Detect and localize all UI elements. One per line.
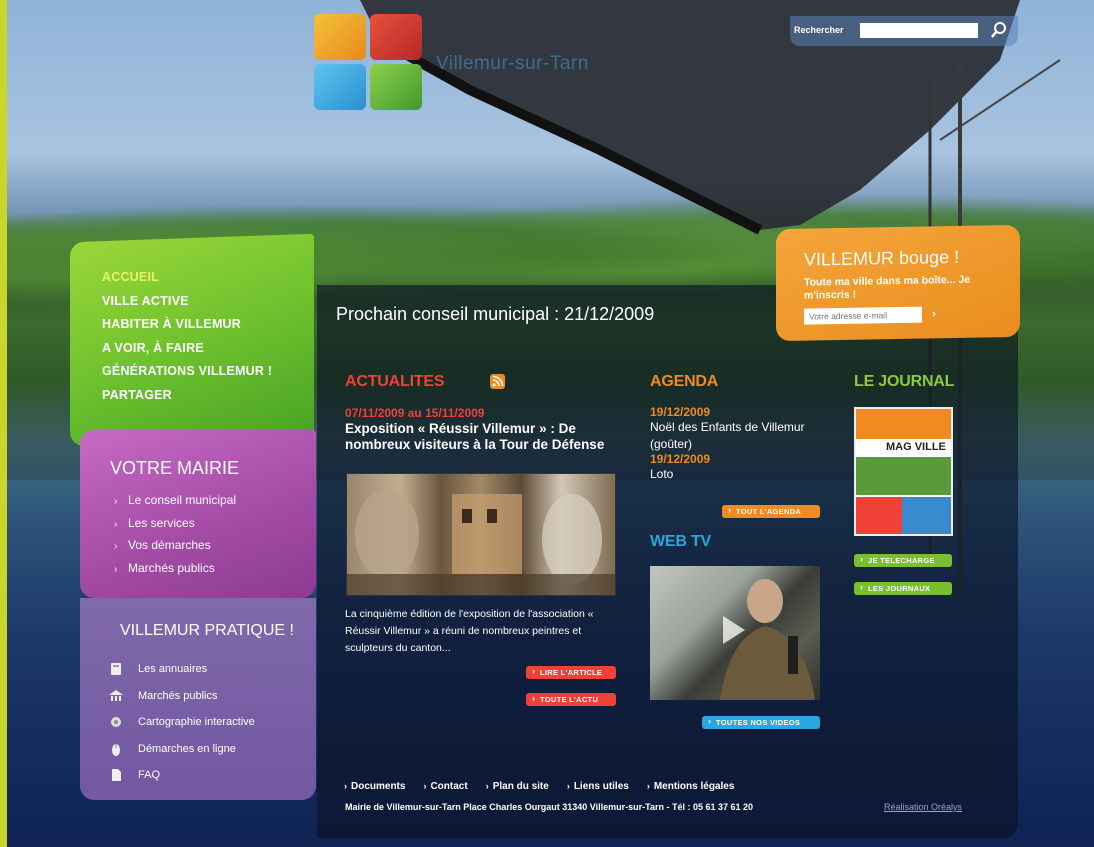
main-navigation: ACCUEIL VILLE ACTIVE HABITER À VILLEMUR … (70, 233, 314, 447)
event-date: 19/12/2009 (650, 405, 711, 419)
webtv-title: WEB TV (650, 533, 712, 550)
villemur-pratique-panel: VILLEMUR PRATIQUE ! Les annuaires Marché… (80, 598, 316, 800)
all-news-button[interactable]: TOUTE L'ACTU (526, 692, 616, 706)
pratique-link-annuaires[interactable]: Les annuaires (108, 656, 255, 683)
read-article-button[interactable]: LIRE L'ARTICLE (526, 665, 616, 679)
map-icon (111, 717, 121, 728)
building-icon (109, 689, 123, 701)
article-photo[interactable] (346, 473, 616, 596)
footer-link-liens[interactable]: › Liens utiles (567, 781, 629, 792)
newsletter-text: Toute ma ville dans ma boîte... Je m'ins… (804, 273, 971, 302)
mairie-link[interactable]: › Le conseil municipal (114, 490, 236, 513)
footer-credit-link[interactable]: Réalisation Oréalys (884, 802, 962, 812)
mairie-link[interactable]: › Marchés publics (114, 558, 236, 581)
cover-band-bottom-right (902, 497, 951, 534)
search-icon[interactable] (990, 21, 1008, 39)
newsletter-submit-icon[interactable]: › (932, 306, 936, 320)
event-date: 19/12/2009 (650, 452, 711, 466)
left-accent-strip (0, 0, 7, 847)
footer-address: Mairie de Villemur-sur-Tarn Place Charle… (345, 802, 754, 812)
footer-link-mentions[interactable]: › Mentions légales (647, 781, 735, 792)
article-date: 07/11/2009 au 15/11/2009 (345, 406, 485, 420)
document-icon (112, 769, 121, 782)
download-journal-button[interactable]: JE TELECHARGE (854, 553, 952, 567)
rss-icon[interactable] (490, 374, 505, 389)
article-summary: La cinquième édition de l'exposition de … (345, 608, 594, 654)
pratique-link-marches[interactable]: Marchés publics (108, 683, 255, 710)
next-council-banner: Prochain conseil municipal : 21/12/2009 (336, 304, 655, 324)
all-agenda-button[interactable]: TOUT L'AGENDA (722, 504, 820, 518)
votre-mairie-panel: VOTRE MAIRIE › Le conseil municipal › Les … (80, 430, 316, 598)
cover-band-middle (856, 457, 951, 495)
video-player[interactable] (650, 566, 820, 700)
site-logo[interactable] (314, 14, 424, 110)
nav-item-habiter[interactable]: HABITER À VILLEMUR (102, 313, 272, 337)
cover-band-top (856, 409, 951, 439)
actualites-title: ACTUALITES (345, 373, 445, 390)
footer-link-contact[interactable]: › Contact (423, 781, 467, 792)
site-name: Villemur-sur-Tarn (436, 53, 589, 74)
footer-link-plan[interactable]: › Plan du site (486, 781, 549, 792)
journal-cover[interactable]: MAG VILLE (854, 407, 953, 536)
journal-title: LE JOURNAL (854, 373, 955, 390)
agenda-title: AGENDA (650, 373, 719, 390)
nav-item-ville-active[interactable]: VILLE ACTIVE (102, 290, 272, 314)
article-headline[interactable]: Exposition « Réussir Villemur » : De nom… (345, 421, 620, 452)
mairie-link[interactable]: › Les services (114, 513, 236, 536)
pratique-title: VILLEMUR PRATIQUE ! (120, 622, 294, 639)
footer-links: › Documents › Contact › Plan du site › Liens… (344, 781, 752, 792)
mairie-link[interactable]: › Vos démarches (114, 535, 236, 558)
pratique-link-demarches[interactable]: Démarches en ligne (108, 736, 255, 763)
nav-item-accueil[interactable]: ACCUEIL (102, 266, 272, 290)
nav-item-a-voir[interactable]: A VOIR, À FAIRE (102, 337, 272, 361)
footer-link-documents[interactable]: › Documents (344, 781, 405, 792)
arrow-icon: › (114, 496, 118, 507)
logo-tile-landscape (370, 64, 422, 110)
nav-item-partager[interactable]: PARTAGER (102, 384, 272, 408)
pratique-link-cartographie[interactable]: Cartographie interactive (108, 709, 255, 736)
search-input[interactable] (860, 23, 978, 38)
play-icon[interactable] (723, 616, 745, 644)
nav-item-generations[interactable]: GÉNÉRATIONS VILLEMUR ! (102, 360, 272, 384)
arrow-icon: › (114, 563, 118, 575)
newsletter-title: VILLEMUR bouge ! (804, 246, 960, 270)
newsletter-email-input[interactable] (804, 306, 922, 325)
all-journals-button[interactable]: LES JOURNAUX (854, 581, 952, 595)
search-label: Rechercher (794, 25, 844, 35)
logo-tile-bridge (314, 64, 366, 110)
logo-tile-church (370, 14, 422, 60)
pratique-link-faq[interactable]: FAQ (108, 762, 255, 789)
mouse-icon (112, 743, 120, 756)
event-label[interactable]: Noël des Enfants de Villemur (goûter) (650, 419, 820, 453)
arrow-icon: › (114, 518, 118, 530)
agenda-list: 19/12/2009 Noël des Enfants de Villemur … (650, 406, 820, 483)
arrow-icon: › (114, 541, 118, 552)
newsletter-box: VILLEMUR bouge ! Toute ma ville dans ma … (776, 224, 1020, 342)
directory-icon (111, 663, 121, 676)
logo-tile-factory (314, 14, 366, 60)
mairie-title: VOTRE MAIRIE (110, 458, 240, 478)
search-bar: Rechercher (790, 16, 1018, 46)
event-label[interactable]: Loto (650, 466, 820, 483)
cover-title: MAG VILLE (886, 441, 946, 453)
all-videos-button[interactable]: TOUTES NOS VIDEOS (702, 715, 820, 729)
